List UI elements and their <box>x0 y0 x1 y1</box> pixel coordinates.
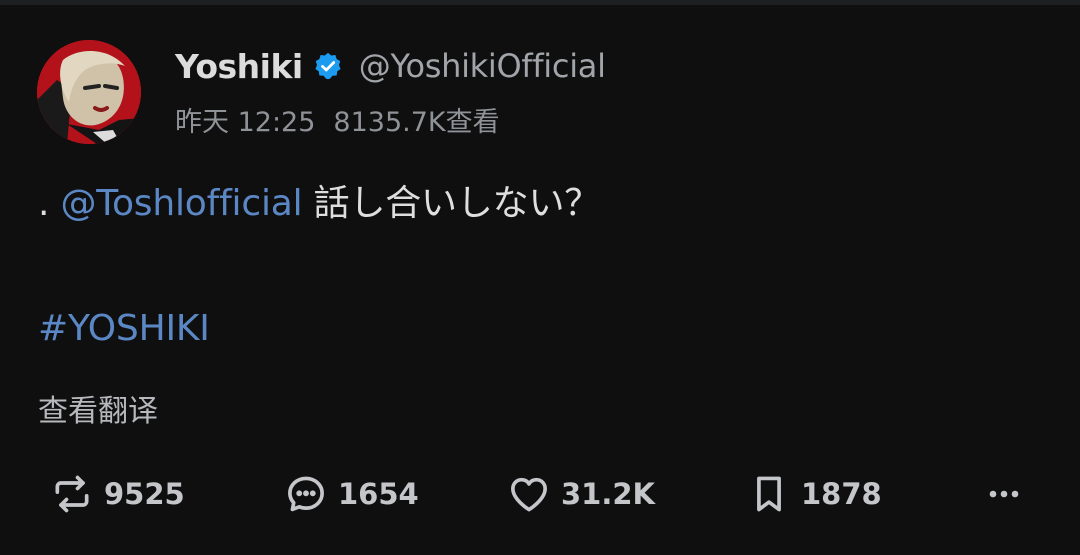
reply-icon <box>284 472 328 516</box>
display-name[interactable]: Yoshiki <box>175 47 303 86</box>
tweet-text: . @Toshlofficial 話し合いしない？ <box>38 174 600 226</box>
tweet-card: Yoshiki @YoshikiOfficial 昨天 12:25 8135.7… <box>0 0 1080 555</box>
retweet-icon <box>50 472 94 516</box>
tweet-prefix: . <box>38 183 61 224</box>
avatar[interactable] <box>37 40 141 144</box>
like-icon <box>507 472 551 516</box>
author-row: Yoshiki @YoshikiOfficial <box>175 44 606 88</box>
author-handle[interactable]: @YoshikiOfficial <box>359 47 606 85</box>
retweet-count: 9525 <box>104 477 185 511</box>
view-count: 8135.7K查看 <box>333 107 500 138</box>
more-button[interactable] <box>982 466 1026 522</box>
hashtag-link[interactable]: #YOSHIKI <box>38 308 210 349</box>
bookmark-count: 1878 <box>801 477 882 511</box>
like-button[interactable]: 31.2K <box>507 466 655 522</box>
bookmark-button[interactable]: 1878 <box>747 466 882 522</box>
reply-count: 1654 <box>338 477 419 511</box>
like-count: 31.2K <box>561 477 656 511</box>
bookmark-icon <box>747 472 791 516</box>
retweet-button[interactable]: 9525 <box>50 466 185 522</box>
tweet-meta: 昨天 12:25 8135.7K查看 <box>175 100 500 139</box>
timestamp[interactable]: 昨天 12:25 <box>175 100 315 139</box>
translate-button[interactable]: 查看翻译 <box>38 386 158 430</box>
more-icon <box>982 472 1026 516</box>
tweet-body: 話し合いしない？ <box>302 183 601 224</box>
reply-button[interactable]: 1654 <box>284 466 419 522</box>
mention-link[interactable]: @Toshlofficial <box>61 183 303 224</box>
action-bar: 9525 1654 31.2K 1878 <box>0 466 1080 522</box>
verified-badge-icon <box>313 51 343 81</box>
